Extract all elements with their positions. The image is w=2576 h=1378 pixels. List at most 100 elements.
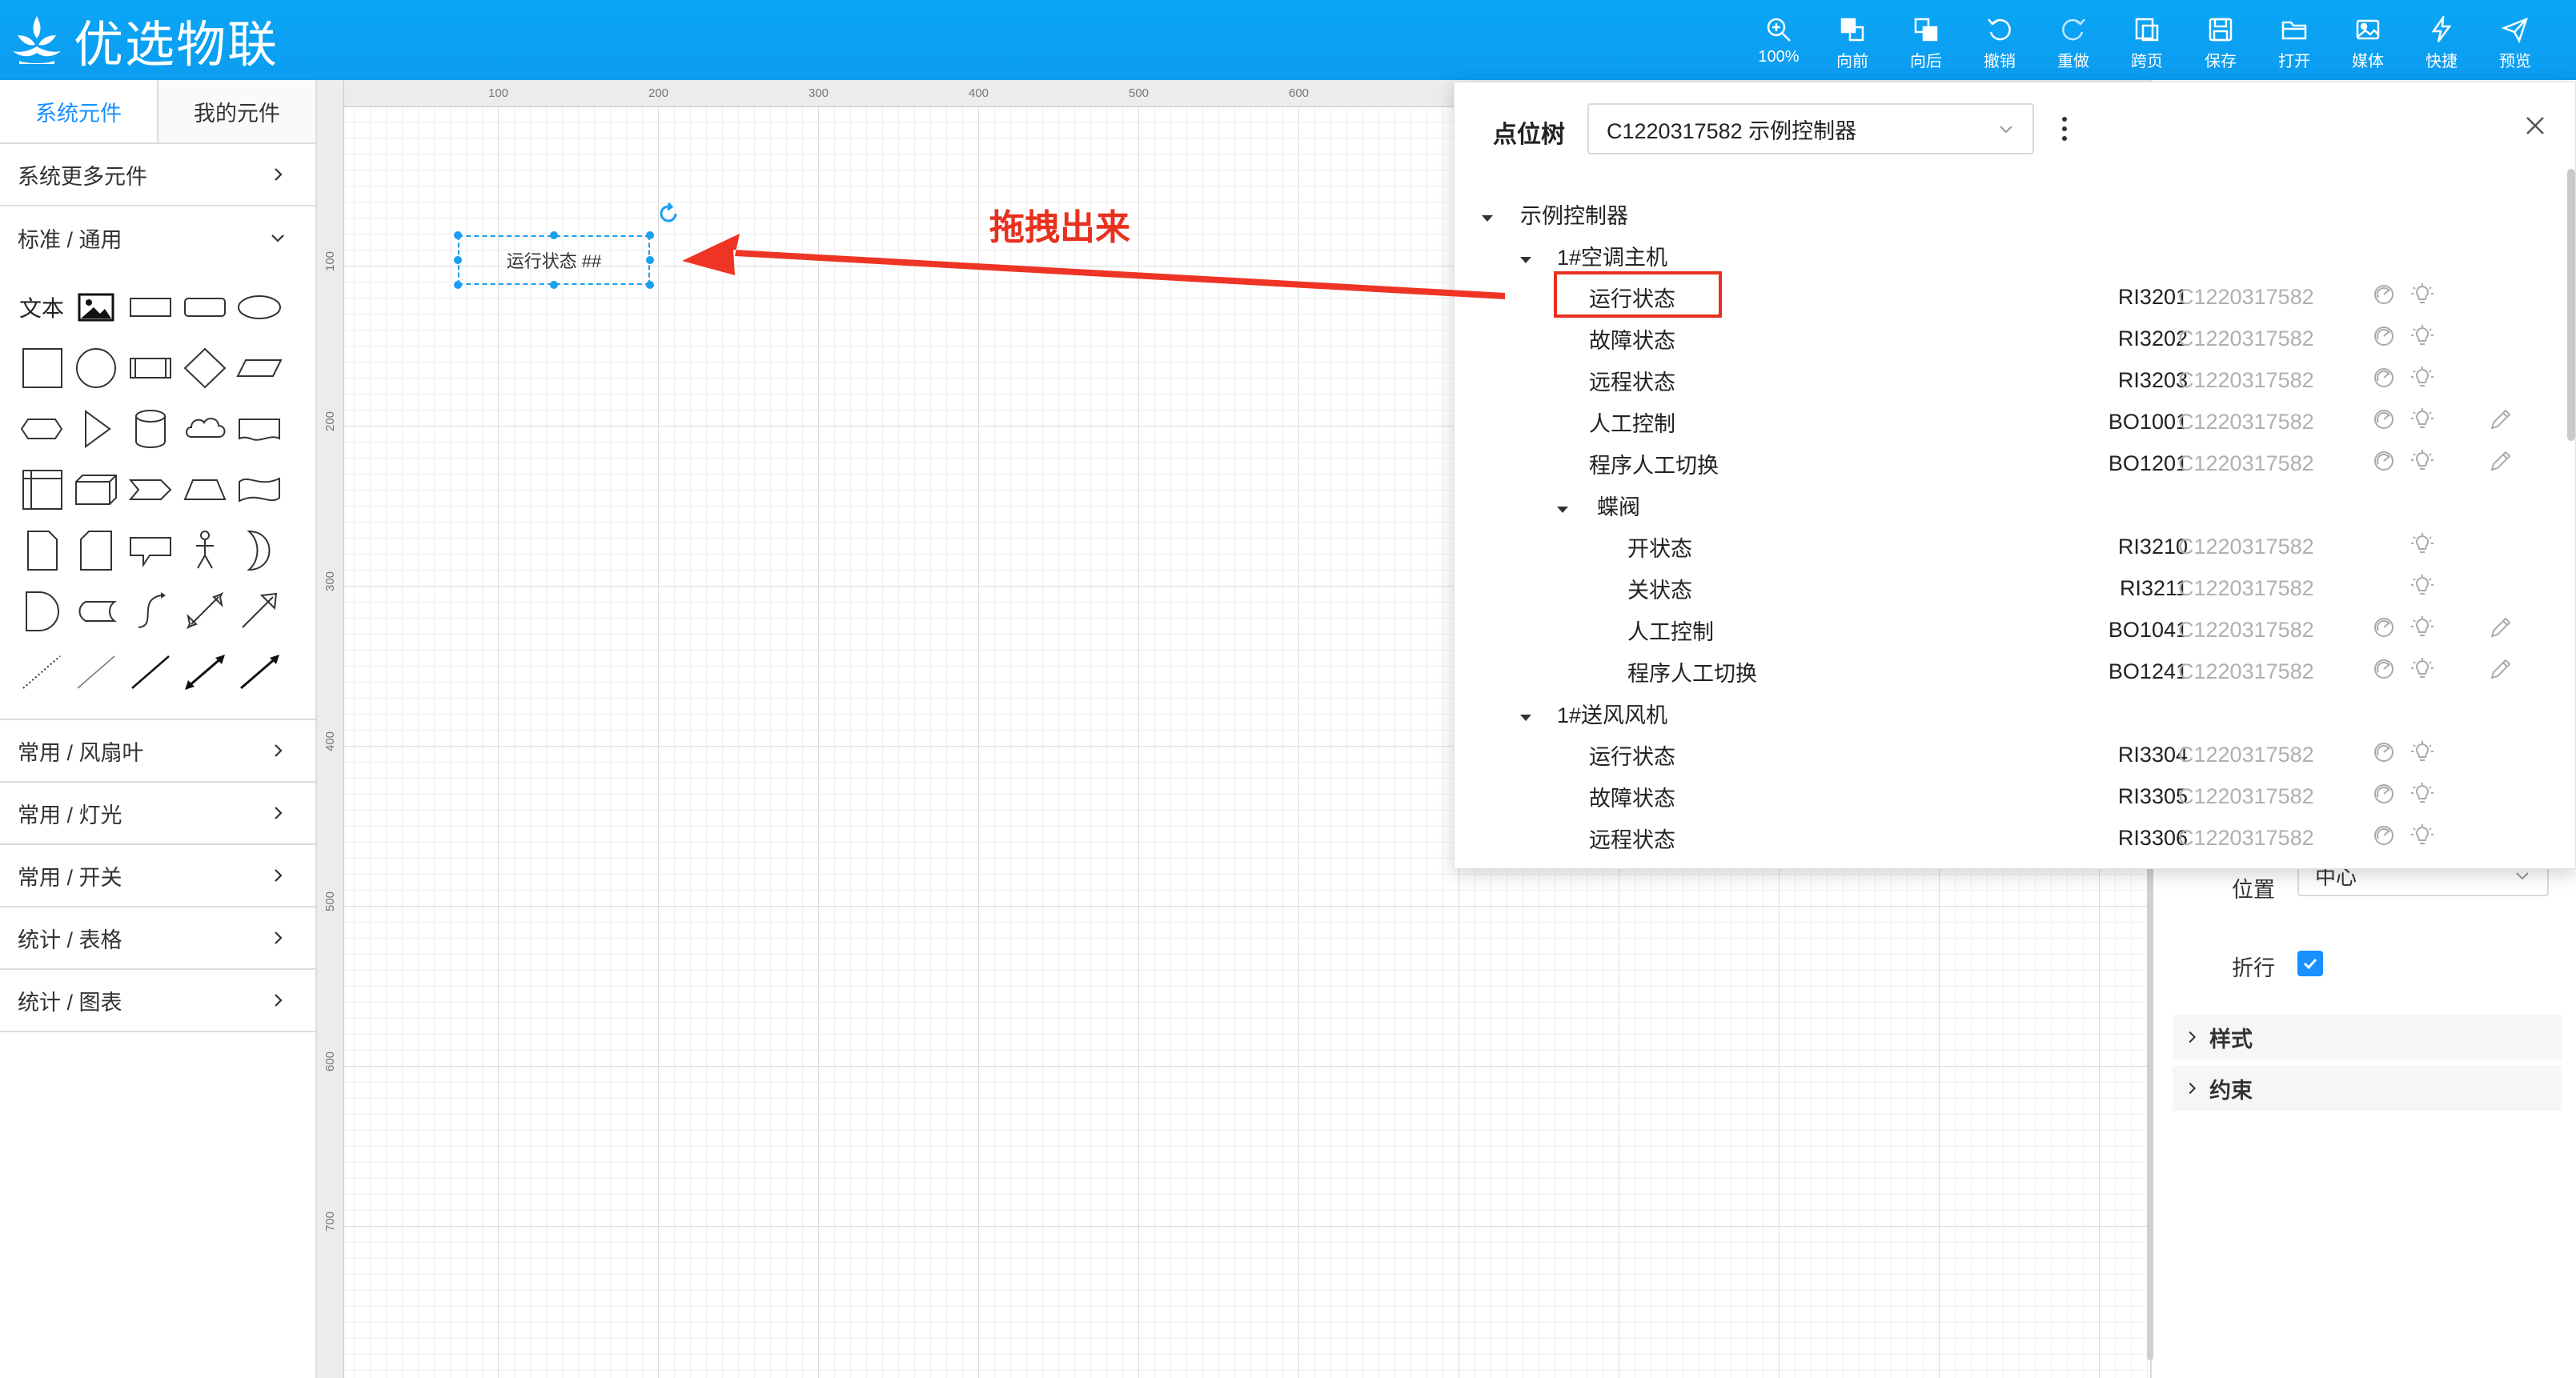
controller-select[interactable]: C1220317582 示例控制器 (1587, 103, 2034, 154)
redo-button[interactable]: 重做 (2036, 11, 2110, 75)
tree-node-row[interactable]: 1#送风风机 (1455, 692, 2561, 734)
shape-step[interactable] (123, 459, 178, 520)
shape-or[interactable] (232, 520, 287, 581)
send-backward-button[interactable]: 向后 (1889, 11, 1963, 75)
shape-triangle[interactable] (69, 399, 123, 459)
resize-handle[interactable] (454, 231, 462, 239)
caret-down-icon[interactable] (1555, 498, 1570, 513)
shape-note[interactable] (14, 520, 69, 581)
shape-card[interactable] (69, 520, 123, 581)
shape-actor[interactable] (178, 520, 232, 581)
cross-page-button[interactable]: 跨页 (2110, 11, 2184, 75)
shape-bidirectional-arrow[interactable] (178, 581, 232, 642)
category-row[interactable]: 常用 / 灯光 (0, 783, 315, 845)
lightbulb-icon[interactable] (2410, 740, 2434, 764)
more-components-row[interactable]: 系统更多元件 (0, 144, 315, 206)
constraint-section-header[interactable]: 约束 (2173, 1066, 2562, 1111)
lightbulb-icon[interactable] (2410, 657, 2434, 681)
caret-down-icon[interactable] (1480, 206, 1495, 222)
shape-hexagon[interactable] (14, 399, 69, 459)
tree-leaf-row[interactable]: 远程状态 RI3203 C1220317582 (1455, 359, 2561, 401)
resize-handle[interactable] (646, 281, 654, 289)
shape-delay[interactable] (14, 581, 69, 642)
shape-internal-storage[interactable] (14, 459, 69, 520)
tree-leaf-row[interactable]: 远程状态 RI3306 C1220317582 (1455, 817, 2561, 859)
gauge-icon[interactable] (2372, 740, 2396, 764)
tree-leaf-row[interactable]: 人工控制 BO1041 C1220317582 (1455, 609, 2561, 651)
shape-stored-data[interactable] (69, 581, 123, 642)
shape-rounded-rectangle[interactable] (178, 277, 232, 338)
lightbulb-icon[interactable] (2410, 282, 2434, 306)
lightbulb-icon[interactable] (2410, 532, 2434, 556)
shape-ellipse[interactable] (232, 277, 287, 338)
resize-handle[interactable] (646, 231, 654, 239)
popup-scrollbar[interactable] (2567, 169, 2575, 441)
gauge-icon[interactable] (2372, 657, 2396, 681)
tab-system-components[interactable]: 系统元件 (0, 80, 158, 142)
resize-handle[interactable] (646, 256, 654, 264)
save-button[interactable]: 保存 (2184, 11, 2257, 75)
caret-down-icon[interactable] (1519, 706, 1533, 721)
gauge-icon[interactable] (2372, 823, 2396, 847)
shape-process[interactable] (123, 338, 178, 399)
media-button[interactable]: 媒体 (2331, 11, 2405, 75)
lightbulb-icon[interactable] (2410, 823, 2434, 847)
gauge-icon[interactable] (2372, 366, 2396, 390)
tree-leaf-row[interactable]: 运行状态 RI3304 C1220317582 (1455, 734, 2561, 775)
shape-thin-line[interactable] (69, 642, 123, 703)
shape-tape[interactable] (232, 459, 287, 520)
tree-leaf-row[interactable]: 运行状态 RI3201 C1220317582 (1455, 271, 2561, 318)
lightbulb-icon[interactable] (2410, 615, 2434, 639)
shape-cloud[interactable] (178, 399, 232, 459)
style-section-header[interactable]: 样式 (2173, 1015, 2562, 1060)
lightbulb-icon[interactable] (2410, 782, 2434, 806)
shape-curve[interactable] (123, 581, 178, 642)
shape-callout[interactable] (123, 520, 178, 581)
resize-handle[interactable] (550, 281, 558, 289)
shape-document[interactable] (232, 399, 287, 459)
gauge-icon[interactable] (2372, 449, 2396, 473)
tree-leaf-row[interactable]: 程序人工切换 BO1241 C1220317582 (1455, 651, 2561, 692)
lightbulb-icon[interactable] (2410, 324, 2434, 348)
resize-handle[interactable] (454, 281, 462, 289)
tree-leaf-row[interactable]: 故障状态 RI3202 C1220317582 (1455, 318, 2561, 359)
shape-text[interactable]: 文本 (14, 277, 69, 338)
tree-leaf-row[interactable]: 故障状态 RI3305 C1220317582 (1455, 775, 2561, 817)
shape-line[interactable] (123, 642, 178, 703)
shape-double-arrow-line[interactable] (178, 642, 232, 703)
tab-my-components[interactable]: 我的元件 (158, 80, 315, 142)
pencil-icon[interactable] (2489, 657, 2513, 681)
shape-circle[interactable] (69, 338, 123, 399)
resize-handle[interactable] (550, 231, 558, 239)
tree-leaf-row[interactable]: 程序人工切换 BO1201 C1220317582 (1455, 443, 2561, 484)
shape-square[interactable] (14, 338, 69, 399)
category-row[interactable]: 常用 / 风扇叶 (0, 720, 315, 783)
wrap-checkbox[interactable] (2297, 951, 2323, 976)
tree-leaf-row[interactable]: 关状态 RI3211 C1220317582 (1455, 567, 2561, 609)
gauge-icon[interactable] (2372, 407, 2396, 431)
more-vertical-icon[interactable] (2056, 113, 2072, 145)
shape-dotted-line[interactable] (14, 642, 69, 703)
canvas-text-element[interactable]: 运行状态 ## (458, 235, 650, 285)
shape-rectangle[interactable] (123, 277, 178, 338)
lightbulb-icon[interactable] (2410, 407, 2434, 431)
open-button[interactable]: 打开 (2257, 11, 2331, 75)
rotate-handle-icon[interactable] (656, 202, 680, 226)
shape-arrow-line[interactable] (232, 642, 287, 703)
shape-trapezoid[interactable] (178, 459, 232, 520)
tree-node-row[interactable]: 蝶阀 (1455, 484, 2561, 526)
tree-node-row[interactable]: 1#空调主机 (1455, 234, 2561, 276)
gauge-icon[interactable] (2372, 324, 2396, 348)
shape-cylinder[interactable] (123, 399, 178, 459)
shape-cube[interactable] (69, 459, 123, 520)
shape-diamond[interactable] (178, 338, 232, 399)
close-icon[interactable] (2521, 111, 2550, 140)
lightbulb-icon[interactable] (2410, 574, 2434, 598)
lightbulb-icon[interactable] (2410, 449, 2434, 473)
pencil-icon[interactable] (2489, 615, 2513, 639)
pencil-icon[interactable] (2489, 407, 2513, 431)
preview-button[interactable]: 预览 (2478, 11, 2552, 75)
shape-arrow[interactable] (232, 581, 287, 642)
gauge-icon[interactable] (2372, 615, 2396, 639)
shape-parallelogram[interactable] (232, 338, 287, 399)
